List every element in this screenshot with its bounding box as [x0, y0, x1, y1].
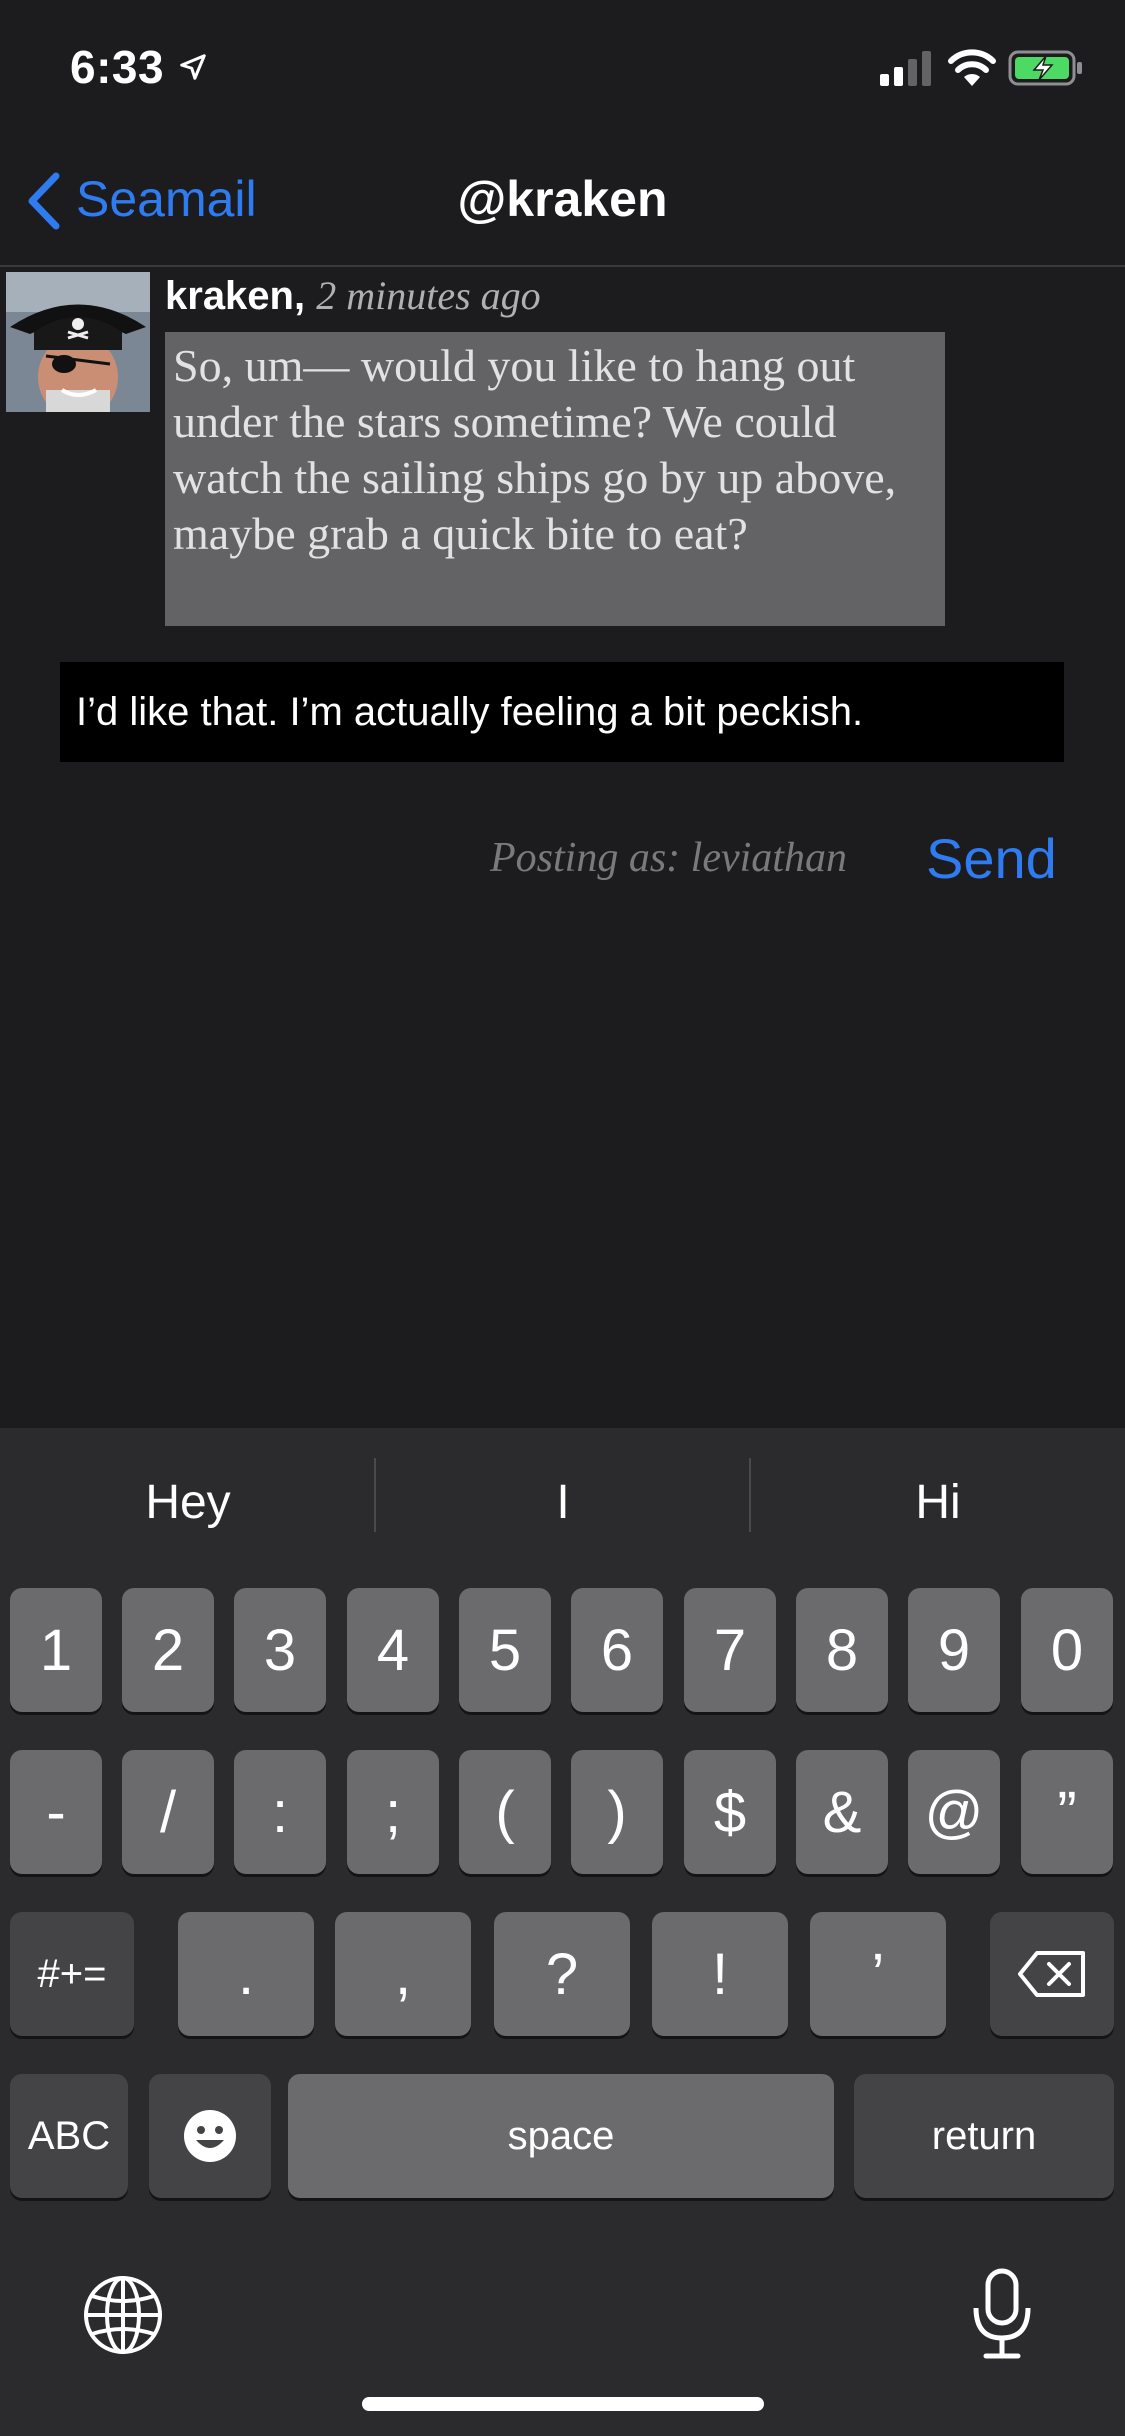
suggestion-2[interactable]: I — [376, 1475, 750, 1530]
microphone-icon[interactable] — [970, 2268, 1034, 2360]
key-7[interactable]: 7 — [684, 1588, 776, 1712]
backspace-icon — [1018, 1951, 1085, 1997]
location-arrow-icon — [180, 54, 206, 80]
key-6[interactable]: 6 — [571, 1588, 663, 1712]
globe-icon[interactable] — [82, 2274, 164, 2356]
key-slash[interactable]: / — [122, 1750, 214, 1874]
message-bubble: So, um— would you like to hang out under… — [165, 332, 945, 626]
reply-text-value: I’d like that. I’m actually feeling a bi… — [76, 689, 864, 734]
key-space[interactable]: space — [288, 2074, 834, 2198]
message-author[interactable]: kraken, — [165, 274, 305, 318]
key-1[interactable]: 1 — [10, 1588, 102, 1712]
key-5[interactable]: 5 — [459, 1588, 551, 1712]
key-close-paren[interactable]: ) — [571, 1750, 663, 1874]
cellular-signal-icon — [880, 51, 931, 86]
key-delete[interactable] — [990, 1912, 1114, 2036]
key-9[interactable]: 9 — [908, 1588, 1000, 1712]
status-time: 6:33 — [70, 41, 165, 93]
key-question[interactable]: ? — [494, 1912, 630, 2036]
key-2[interactable]: 2 — [122, 1588, 214, 1712]
home-indicator[interactable] — [362, 2397, 764, 2411]
key-0[interactable]: 0 — [1021, 1588, 1113, 1712]
send-button[interactable]: Send — [926, 826, 1057, 891]
key-open-paren[interactable]: ( — [459, 1750, 551, 1874]
key-semicolon[interactable]: ; — [347, 1750, 439, 1874]
battery-charging-icon — [1008, 50, 1082, 86]
key-comma[interactable]: , — [335, 1912, 471, 2036]
key-more-symbols[interactable]: #+= — [10, 1912, 134, 2036]
key-period[interactable]: . — [178, 1912, 314, 2036]
key-return[interactable]: return — [854, 2074, 1114, 2198]
key-3[interactable]: 3 — [234, 1588, 326, 1712]
avatar[interactable] — [6, 272, 150, 412]
key-8[interactable]: 8 — [796, 1588, 888, 1712]
key-emoji[interactable] — [149, 2074, 271, 2198]
key-4[interactable]: 4 — [347, 1588, 439, 1712]
message-timestamp: 2 minutes ago — [316, 273, 541, 318]
key-at[interactable]: @ — [908, 1750, 1000, 1874]
page-title: @kraken — [457, 171, 668, 227]
key-apostrophe[interactable]: ’ — [810, 1912, 946, 2036]
suggestion-3[interactable]: Hi — [751, 1475, 1125, 1530]
key-hyphen[interactable]: - — [10, 1750, 102, 1874]
key-exclamation[interactable]: ! — [652, 1912, 788, 2036]
reply-text-field[interactable]: I’d like that. I’m actually feeling a bi… — [60, 662, 1064, 762]
posting-as-label: Posting as: leviathan — [490, 835, 847, 881]
suggestion-1[interactable]: Hey — [1, 1475, 375, 1530]
key-colon[interactable]: : — [234, 1750, 326, 1874]
wifi-icon — [948, 49, 996, 86]
key-quote[interactable]: ” — [1021, 1750, 1113, 1874]
message-header: kraken, 2 minutes ago — [165, 272, 541, 319]
key-abc[interactable]: ABC — [10, 2074, 128, 2198]
key-dollar[interactable]: $ — [684, 1750, 776, 1874]
key-ampersand[interactable]: & — [796, 1750, 888, 1874]
emoji-icon — [184, 2110, 236, 2162]
